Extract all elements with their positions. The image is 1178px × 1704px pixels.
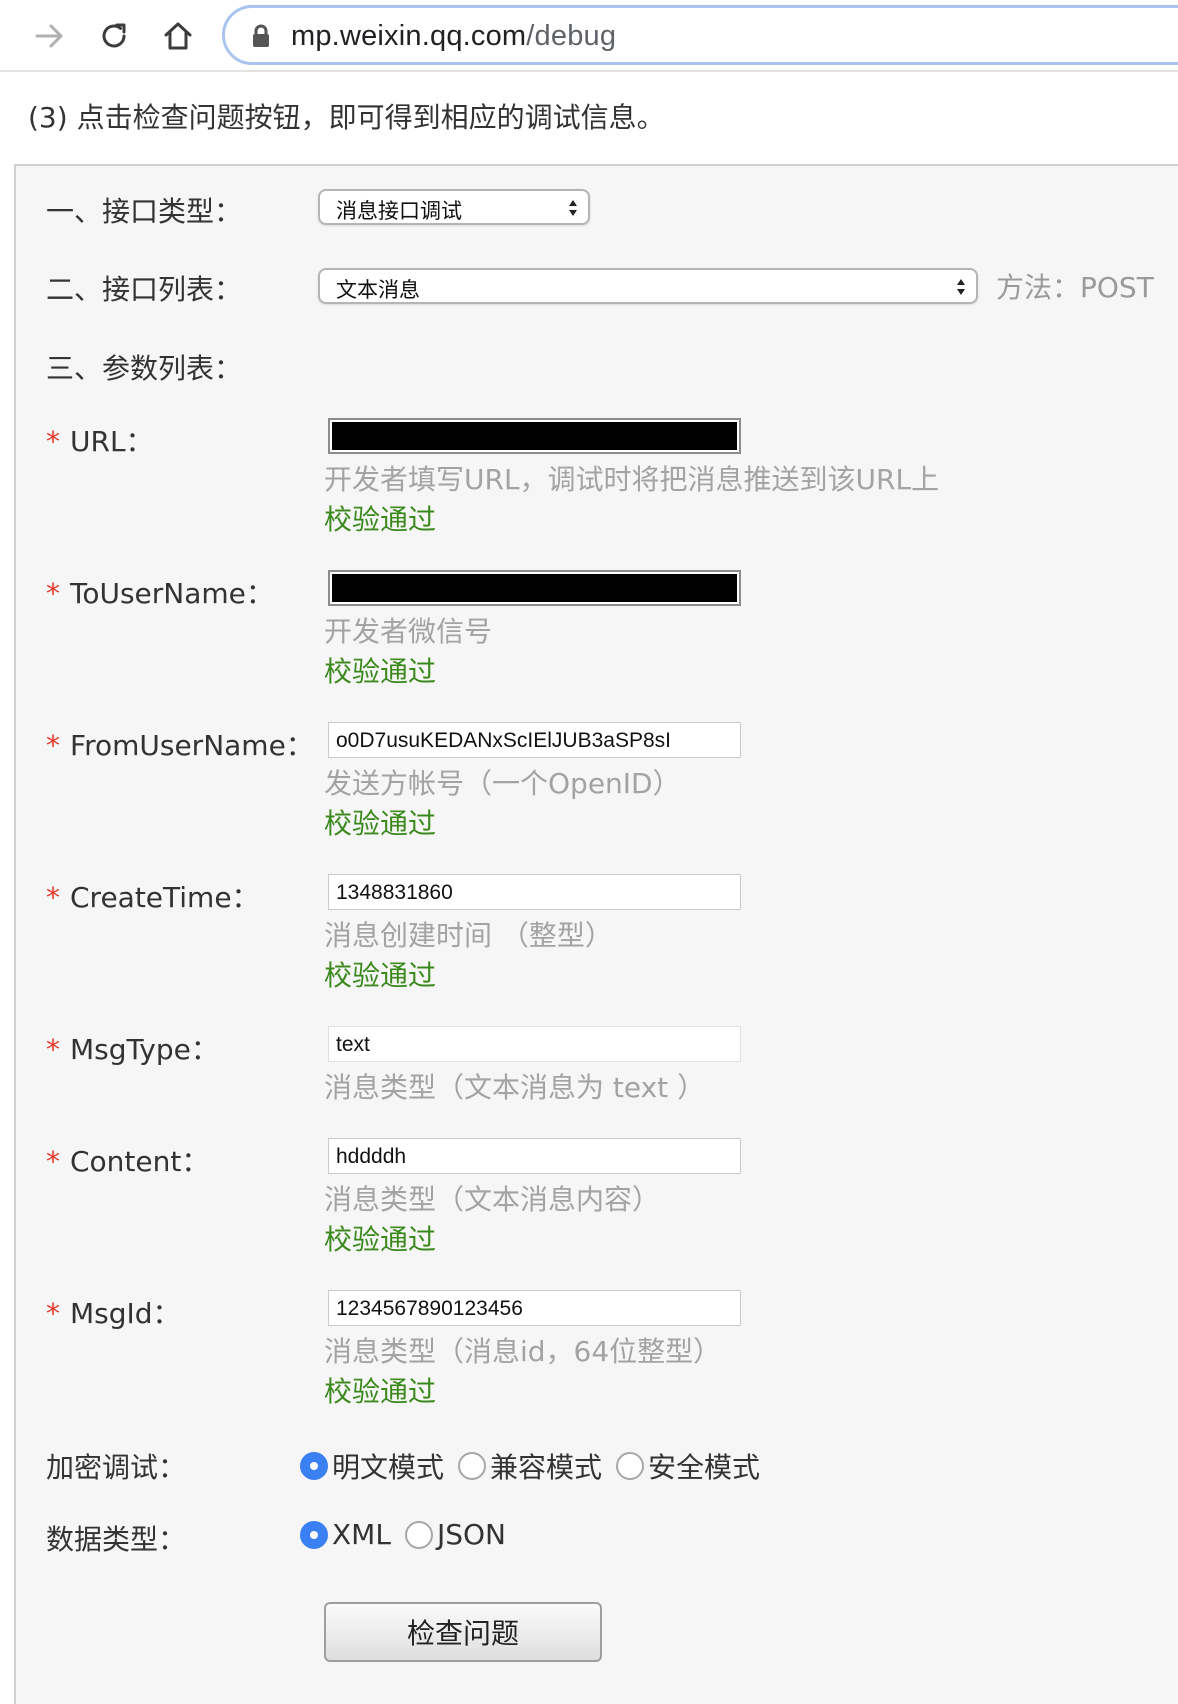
redacted-block: [332, 422, 737, 450]
field-content-label-text: Content：: [70, 1145, 210, 1178]
reload-icon: [102, 23, 126, 48]
datatype-option-json[interactable]: JSON: [404, 1518, 506, 1551]
required-mark: *: [46, 1145, 60, 1178]
forward-arrow-icon: [35, 24, 63, 48]
required-mark: *: [46, 425, 60, 458]
required-mark: *: [46, 729, 60, 762]
interface-list-label: 二、接口列表：: [46, 273, 243, 306]
field-content-hint: 消息类型（文本消息内容）: [324, 1183, 661, 1216]
encryption-option-secure-label: 安全模式: [648, 1451, 761, 1484]
field-msgtype-label-text: MsgType：: [70, 1033, 219, 1066]
select-arrows-icon: [569, 200, 577, 216]
required-mark: *: [46, 881, 60, 914]
field-fromusername-label-text: FromUserName：: [70, 729, 314, 762]
field-msgid-hint: 消息类型（消息id，64位整型）: [324, 1335, 722, 1368]
required-mark: *: [46, 1297, 60, 1330]
field-msgtype-label: * MsgType：: [46, 1028, 219, 1068]
datatype-label: 数据类型：: [46, 1523, 187, 1556]
datatype-radio-group: XML JSON: [300, 1518, 520, 1551]
address-bar[interactable]: mp.weixin.qq.com/debug: [222, 5, 1178, 65]
radio-unchecked-icon[interactable]: [404, 1520, 433, 1549]
field-tousername-input[interactable]: [328, 570, 741, 606]
required-mark: *: [46, 577, 60, 610]
field-url-input[interactable]: [328, 418, 741, 454]
field-fromusername-label: * FromUserName：: [46, 724, 314, 764]
field-url-hint: 开发者填写URL，调试时将把消息推送到该URL上: [324, 463, 940, 496]
field-msgid-label: * MsgId：: [46, 1292, 181, 1332]
datatype-option-json-label: JSON: [436, 1518, 506, 1551]
encryption-label: 加密调试：: [46, 1451, 187, 1484]
radio-unchecked-icon[interactable]: [616, 1452, 645, 1480]
field-url-status: 校验通过: [324, 503, 437, 536]
field-createtime-hint: 消息创建时间 （整型）: [324, 919, 613, 952]
datatype-option-xml-label: XML: [332, 1518, 391, 1551]
field-content-input[interactable]: hddddh: [328, 1138, 741, 1174]
field-msgid-label-text: MsgId：: [70, 1297, 181, 1330]
field-msgid-status: 校验通过: [324, 1375, 437, 1408]
field-msgtype-hint: 消息类型（文本消息为 text ）: [324, 1071, 706, 1104]
check-problem-button[interactable]: 检查问题: [324, 1602, 602, 1662]
field-url-label-text: URL：: [70, 425, 154, 458]
interface-type-value: 消息接口调试: [336, 199, 462, 223]
encryption-option-secure[interactable]: 安全模式: [616, 1446, 760, 1486]
required-mark: *: [46, 1033, 60, 1066]
field-msgtype-input: text: [328, 1026, 741, 1062]
reload-button[interactable]: [90, 12, 138, 60]
field-msgid-input[interactable]: 1234567890123456: [328, 1290, 741, 1326]
radio-checked-icon[interactable]: [300, 1520, 328, 1549]
field-createtime-input[interactable]: 1348831860: [328, 874, 741, 910]
field-url-label: * URL：: [46, 420, 154, 460]
browser-toolbar: mp.weixin.qq.com/debug: [0, 0, 1178, 72]
interface-list-value: 文本消息: [336, 278, 420, 302]
interface-type-label: 一、接口类型：: [46, 195, 243, 228]
url-path: /debug: [526, 20, 617, 52]
field-content-status: 校验通过: [324, 1223, 437, 1256]
field-fromusername-input[interactable]: o0D7usuKEDANxScIElJUB3aSP8sI: [328, 722, 741, 758]
param-list-label: 三、参数列表：: [46, 352, 243, 385]
home-icon: [164, 22, 192, 50]
field-fromusername-hint: 发送方帐号（一个OpenID）: [324, 767, 681, 800]
redacted-block: [332, 574, 737, 602]
method-text: 方法：POST: [996, 271, 1154, 304]
field-tousername-hint: 开发者微信号: [324, 615, 493, 648]
encryption-option-plain-label: 明文模式: [332, 1451, 445, 1484]
field-tousername-label: * ToUserName：: [46, 572, 274, 612]
intro-text: (3) 点击检查问题按钮，即可得到相应的调试信息。: [28, 101, 665, 134]
forward-button[interactable]: [26, 12, 74, 60]
radio-unchecked-icon[interactable]: [458, 1452, 487, 1480]
field-tousername-label-text: ToUserName：: [70, 577, 274, 610]
field-createtime-status: 校验通过: [324, 959, 437, 992]
encryption-option-plain[interactable]: 明文模式: [300, 1446, 444, 1486]
encryption-radio-group: 明文模式 兼容模式 安全模式: [300, 1446, 774, 1486]
datatype-option-xml[interactable]: XML: [300, 1518, 391, 1551]
encryption-option-compatible[interactable]: 兼容模式: [458, 1446, 602, 1486]
field-tousername-status: 校验通过: [324, 655, 437, 688]
select-arrows-icon: [957, 279, 965, 295]
field-createtime-label: * CreateTime：: [46, 876, 260, 916]
url-text[interactable]: mp.weixin.qq.com/debug: [291, 20, 616, 53]
interface-list-select[interactable]: 文本消息: [318, 268, 978, 304]
url-host: mp.weixin.qq.com: [291, 20, 527, 52]
field-content-label: * Content：: [46, 1140, 209, 1180]
field-fromusername-status: 校验通过: [324, 807, 437, 840]
radio-checked-icon[interactable]: [300, 1452, 328, 1480]
encryption-option-compatible-label: 兼容模式: [490, 1451, 603, 1484]
home-button[interactable]: [154, 12, 202, 60]
lock-icon: [253, 24, 269, 47]
interface-type-select[interactable]: 消息接口调试: [318, 189, 590, 225]
field-createtime-label-text: CreateTime：: [70, 881, 260, 914]
